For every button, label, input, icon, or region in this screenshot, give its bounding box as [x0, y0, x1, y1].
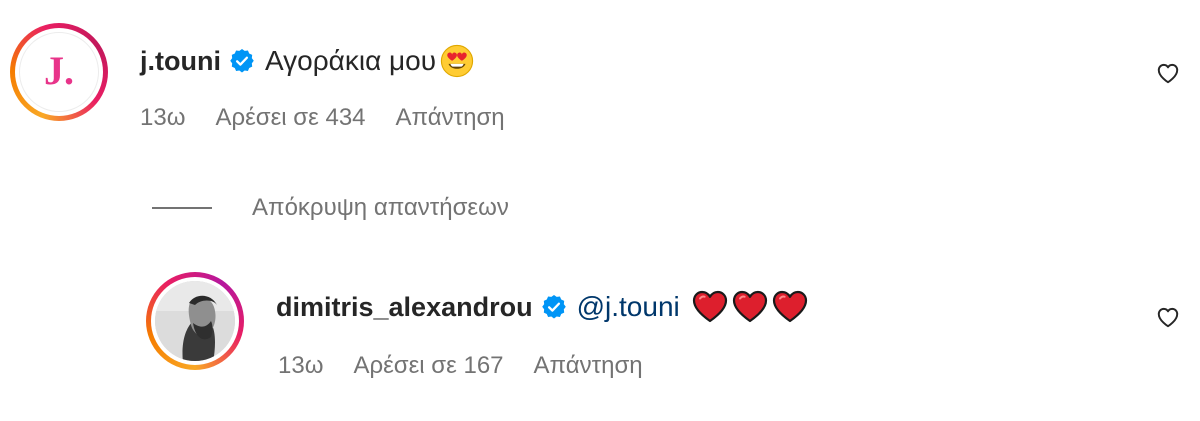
comment-likes[interactable]: Αρέσει σε 167 [353, 352, 503, 380]
like-heart-icon[interactable] [1155, 304, 1181, 330]
profile-photo-icon [155, 281, 235, 361]
hide-replies-label: Απόκρυψη απαντήσεων [252, 194, 509, 221]
hide-replies-button[interactable]: Απόκρυψη απαντήσεων [152, 190, 509, 226]
verified-badge-icon [541, 294, 566, 319]
avatar-logo-letter: J. [44, 48, 74, 93]
mention-link[interactable]: @j.touni [577, 291, 680, 323]
red-heart-emoji-icon [772, 290, 807, 323]
like-heart-icon[interactable] [1155, 60, 1181, 86]
avatar[interactable] [146, 272, 244, 370]
verified-badge-icon [230, 48, 254, 73]
avatar-image [155, 281, 235, 361]
comment-text: Αγοράκια μου [264, 45, 437, 76]
reply-button[interactable]: Απάντηση [534, 352, 643, 380]
avatar[interactable]: J. [10, 23, 108, 121]
comment-time: 13ω [140, 104, 186, 131]
avatar-image: J. [19, 32, 99, 112]
comment-time: 13ω [278, 352, 324, 379]
comment-likes[interactable]: Αρέσει σε 434 [215, 104, 365, 132]
heart-eyes-emoji-icon [440, 44, 474, 78]
reply-comment: dimitris_alexandrou @j.touni 13ω Αρέσει … [0, 268, 1200, 418]
reply-button[interactable]: Απάντηση [396, 104, 505, 132]
divider [152, 207, 212, 209]
comment: J. j.touni Αγοράκια μου 13ω Αρέσει σε 43… [0, 0, 1200, 150]
comment-username[interactable]: dimitris_alexandrou [276, 292, 533, 323]
red-heart-emoji-icon [692, 290, 727, 323]
comment-username[interactable]: j.touni [140, 46, 221, 77]
red-heart-emoji-icon [732, 290, 767, 323]
